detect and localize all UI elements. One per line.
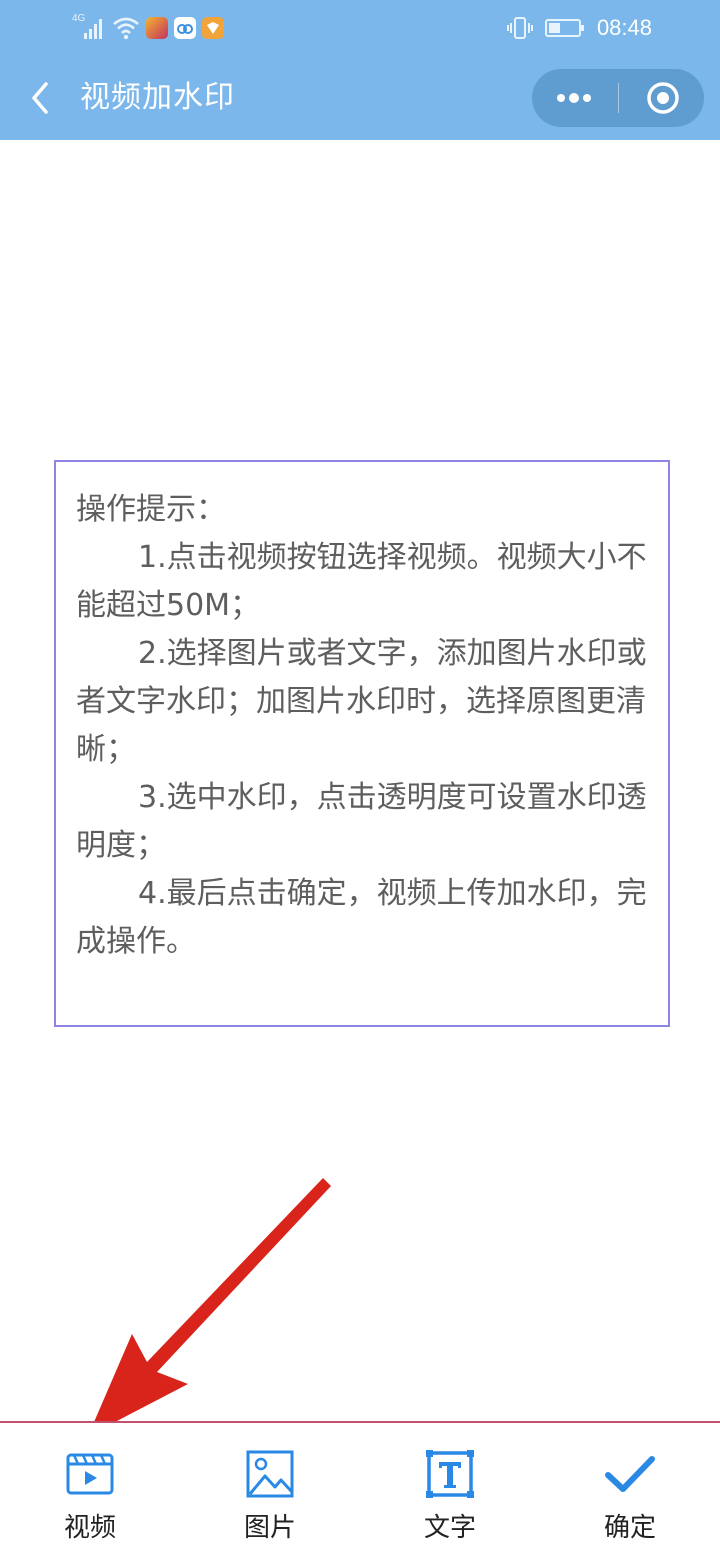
close-miniprogram-button[interactable] — [619, 69, 704, 127]
battery-icon — [544, 17, 585, 39]
video-clapper-icon — [66, 1453, 114, 1495]
text-button[interactable]: 文字 — [360, 1423, 540, 1560]
shield-app-icon — [202, 17, 224, 39]
tip-step: 1.点击视频按钮选择视频。视频大小不能超过50M； — [76, 540, 647, 623]
header: 4G 08:48 视频加水印 — [0, 0, 720, 140]
status-time: 08:48 — [596, 15, 652, 40]
nav-bar: 视频加水印 — [0, 56, 720, 140]
target-circle-icon — [647, 82, 679, 114]
vibrate-icon — [506, 16, 533, 40]
tips-box: 操作提示： 1.点击视频按钮选择视频。视频大小不能超过50M； 2.选择图片或者… — [54, 460, 670, 1027]
wifi-icon — [112, 15, 140, 41]
game-app-icon — [146, 17, 168, 39]
image-label: 图片 — [243, 1513, 296, 1543]
tip-step: 4.最后点击确定，视频上传加水印，完成操作。 — [76, 876, 647, 959]
video-label: 视频 — [63, 1513, 116, 1543]
confirm-button[interactable]: 确定 — [540, 1423, 720, 1560]
checkmark-icon — [605, 1456, 655, 1492]
video-button[interactable]: 视频 — [0, 1423, 180, 1560]
tip-step: 3.选中水印，点击透明度可设置水印透明度； — [76, 780, 647, 863]
text-box-icon — [426, 1450, 474, 1498]
back-button[interactable] — [20, 74, 64, 122]
tip-step: 2.选择图片或者文字，添加图片水印或者文字水印；加图片水印时，选择原图更清晰； — [76, 636, 647, 767]
confirm-label: 确定 — [603, 1513, 656, 1543]
more-button[interactable] — [532, 69, 618, 127]
image-button[interactable]: 图片 — [180, 1423, 360, 1560]
menu-capsule — [532, 69, 704, 127]
signal-icon: 4G — [72, 13, 106, 41]
status-left: 4G — [72, 12, 224, 44]
cloud-app-icon — [174, 17, 196, 39]
text-label: 文字 — [423, 1513, 476, 1543]
status-bar: 4G 08:48 — [0, 0, 720, 56]
status-right: 08:48 — [506, 12, 652, 44]
image-icon — [246, 1450, 294, 1498]
bottom-toolbar: 视频 图片 文字 确定 — [0, 1423, 720, 1560]
chevron-left-icon — [32, 82, 48, 114]
tips-heading: 操作提示： — [76, 492, 226, 527]
page-title: 视频加水印 — [80, 80, 235, 115]
more-dots-icon — [557, 93, 591, 103]
